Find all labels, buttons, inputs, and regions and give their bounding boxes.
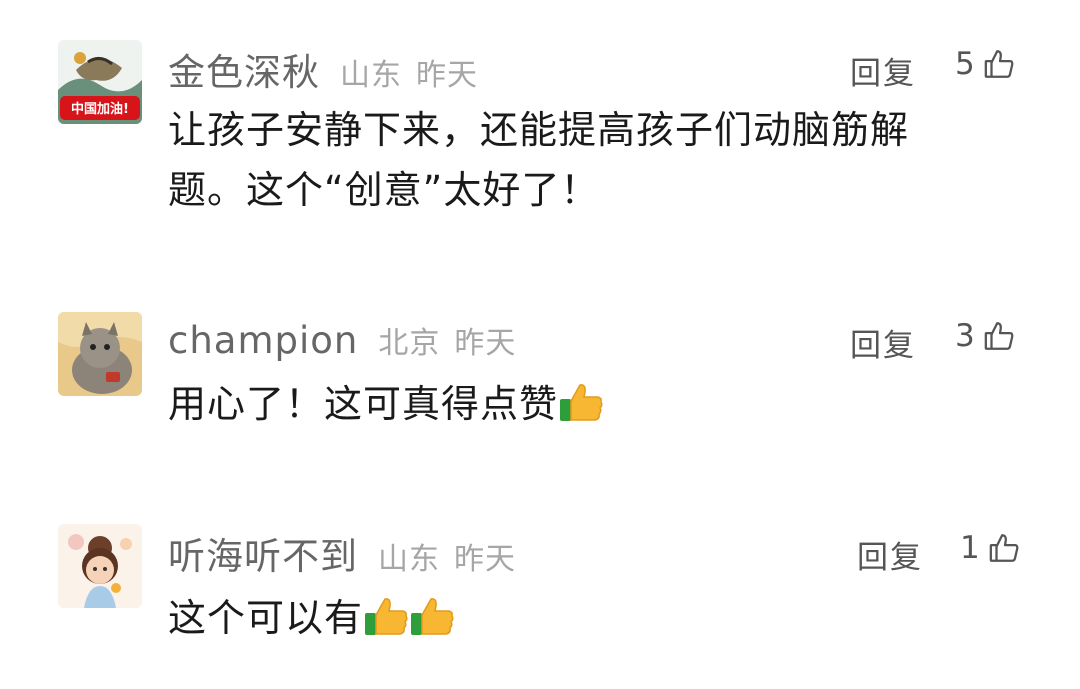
username[interactable]: 听海听不到 <box>168 526 358 580</box>
thumbs-up-emoji-icon <box>365 598 408 635</box>
comment-text-line: 题。这个“创意”太好了！ <box>168 168 600 212</box>
comment-text: 这个可以有 <box>168 588 968 648</box>
comment-text-line: 用心了！这可真得点赞 <box>168 382 559 426</box>
like-button[interactable]: 5 <box>955 46 1017 82</box>
avatar-badge-text: 中国加油! <box>71 101 129 117</box>
timestamp: 昨天 <box>454 326 517 361</box>
like-count: 5 <box>955 46 975 82</box>
comment-text: 让孩子安静下来，还能提高孩子们动脑筋解 题。这个“创意”太好了！ <box>168 100 968 220</box>
like-count: 1 <box>960 530 980 566</box>
avatar[interactable] <box>58 312 142 396</box>
location: 山东 <box>378 542 440 577</box>
comment-header: champion 北京 昨天 <box>168 318 516 370</box>
comment-item: 中国加油! 金色深秋 山东 昨天 回复 5 让孩子安静下来，还能提高孩子们动脑筋解… <box>0 0 1080 240</box>
comment-header: 听海听不到 山东 昨天 <box>168 526 516 578</box>
avatar[interactable]: 中国加油! <box>58 40 142 124</box>
reply-button[interactable]: 回复 <box>850 48 916 93</box>
location: 山东 <box>340 58 402 93</box>
username[interactable]: champion <box>168 319 358 362</box>
comment-text-line: 这个可以有 <box>168 596 364 640</box>
comment-text-line: 让孩子安静下来，还能提高孩子们动脑筋解 <box>168 108 910 152</box>
thumbs-up-icon <box>989 534 1019 562</box>
comment-header: 金色深秋 山东 昨天 <box>168 42 478 94</box>
thumbs-up-emoji-icon <box>560 384 603 421</box>
thumbs-up-emoji-icon <box>411 598 454 635</box>
location: 北京 <box>378 326 441 361</box>
like-button[interactable]: 3 <box>955 318 1017 354</box>
comment-item: 听海听不到 山东 昨天 回复 1 这个可以有 <box>0 500 1080 689</box>
comment-meta: 山东 昨天 <box>378 534 516 578</box>
timestamp: 昨天 <box>416 58 478 93</box>
like-button[interactable]: 1 <box>960 530 1022 566</box>
comment-item: champion 北京 昨天 回复 3 用心了！这可真得点赞 <box>0 290 1080 460</box>
avatar[interactable] <box>58 524 142 608</box>
comment-meta: 北京 昨天 <box>378 318 516 362</box>
comment-meta: 山东 昨天 <box>340 50 478 94</box>
reply-button[interactable]: 回复 <box>850 320 916 365</box>
reply-button[interactable]: 回复 <box>857 532 923 577</box>
timestamp: 昨天 <box>454 542 516 577</box>
like-count: 3 <box>955 318 975 354</box>
thumbs-up-icon <box>984 322 1014 350</box>
thumbs-up-icon <box>984 50 1014 78</box>
username[interactable]: 金色深秋 <box>168 42 320 96</box>
comment-text: 用心了！这可真得点赞 <box>168 374 968 434</box>
